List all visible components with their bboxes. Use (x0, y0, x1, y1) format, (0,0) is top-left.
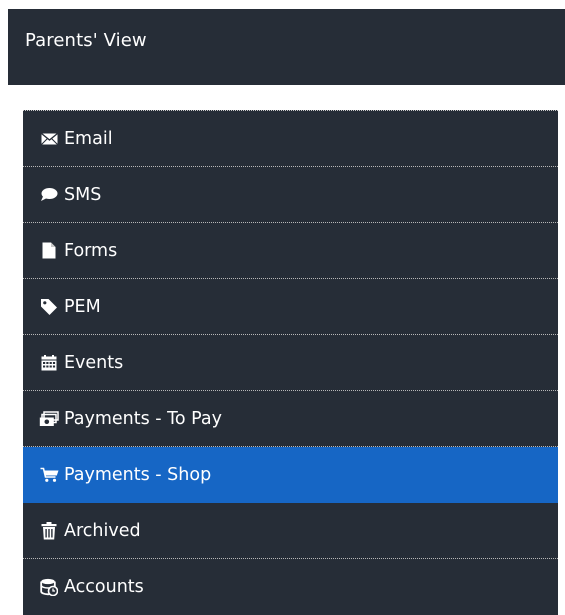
speech-bubble-icon (39, 185, 59, 205)
sidebar-header: Parents' View (8, 9, 565, 85)
money-icon (39, 409, 59, 429)
trash-icon (39, 521, 59, 541)
shopping-cart-icon (39, 465, 59, 485)
menu-item-events[interactable]: Events (23, 335, 558, 391)
menu-item-label: Payments - To Pay (64, 408, 223, 429)
menu-item-label: Accounts (64, 577, 144, 597)
menu-item-label: PEM (64, 296, 101, 317)
envelope-icon (39, 129, 59, 149)
database-icon (39, 577, 59, 597)
menu-item-email[interactable]: Email (23, 111, 558, 167)
menu-item-sms[interactable]: SMS (23, 167, 558, 223)
menu-item-label: Forms (64, 240, 118, 261)
sidebar-menu: Email SMS Forms PEM Events Payments - To… (23, 110, 558, 615)
menu-item-label: SMS (64, 184, 102, 205)
menu-item-label: Email (64, 128, 113, 149)
header-title: Parents' View (25, 30, 147, 51)
document-icon (39, 241, 59, 261)
menu-item-label: Archived (64, 520, 141, 541)
menu-item-payments-to-pay[interactable]: Payments - To Pay (23, 391, 558, 447)
menu-item-accounts[interactable]: Accounts (23, 559, 558, 615)
menu-item-label: Events (64, 352, 124, 373)
menu-item-label: Payments - Shop (64, 464, 212, 485)
menu-item-pem[interactable]: PEM (23, 279, 558, 335)
menu-item-archived[interactable]: Archived (23, 503, 558, 559)
calendar-icon (39, 353, 59, 373)
menu-item-forms[interactable]: Forms (23, 223, 558, 279)
menu-item-payments-shop[interactable]: Payments - Shop (23, 447, 558, 503)
tag-icon (39, 297, 59, 317)
